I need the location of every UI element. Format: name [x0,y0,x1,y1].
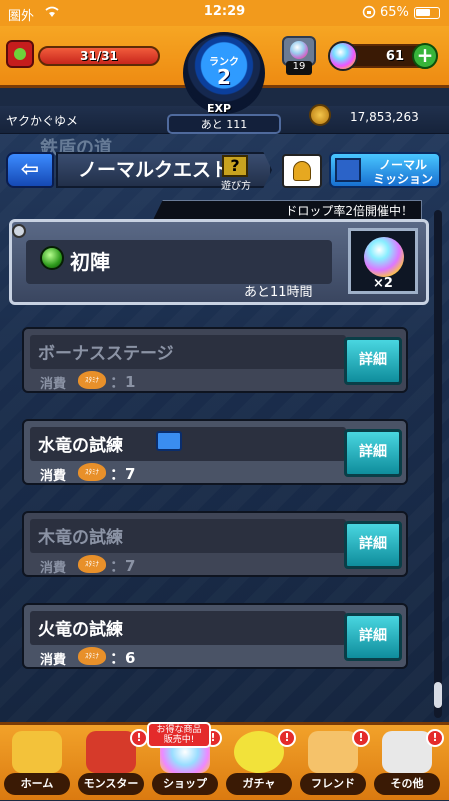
orb-count: 61 [385,49,404,64]
featured-quest-title: 初陣 [70,250,110,274]
battery-percent: 65% [380,5,409,20]
detail-button[interactable]: 詳細 [344,521,402,569]
sale-tag-line2: 販売中! [163,735,195,745]
quest-row[interactable]: ボーナスステージ 消費 ｽﾀﾐﾅ ：1 詳細 [22,327,408,393]
alert-badge: ! [352,729,370,747]
alert-badge: ! [426,729,444,747]
question-icon: ? [222,155,248,177]
cost-label: 消費 [40,469,67,484]
back-arrow-icon: ⇦ [20,157,40,182]
exp-label: EXP [207,102,232,115]
quest-title: 火竜の試練 [38,620,123,640]
stamina-bar[interactable]: 31/31 [38,46,160,66]
alert-badge: ! [278,729,296,747]
stamina-cost: ：7 [110,557,136,575]
player-badge-icon[interactable] [6,40,34,68]
gacha-icon [234,731,284,773]
stamina-icon: ｽﾀﾐﾅ [78,647,106,665]
other-icon [382,731,432,773]
nav-home[interactable]: ホーム [2,727,74,801]
quest-row[interactable]: 木竜の試練 消費 ｽﾀﾐﾅ ：7 詳細 [22,511,408,577]
exp-remaining: あと 111 [167,114,281,134]
rank-value: 2 [217,65,231,89]
nav-monster[interactable]: モンスター ! [76,727,148,801]
rainbow-orb-icon [364,237,404,277]
featured-quest[interactable]: 初陣 あと11時間 ×2 [9,219,429,305]
alert-badge: ! [130,729,148,747]
nav-label: モンスター [78,773,144,795]
monster-icon [86,731,136,773]
rotation-lock-icon [362,5,376,19]
nav-other[interactable]: その他 ! [372,727,444,801]
coin-icon [309,104,331,126]
stamina-value: 31/31 [80,49,118,63]
bell-button[interactable] [282,154,322,188]
book-icon [335,158,361,182]
cost-label: 消費 [40,561,67,576]
quest-header: ⇦ ノーマルクエスト ? 遊び方 ノーマル ミッション [0,152,449,192]
sale-tag: お得な商品 販売中! [147,722,211,748]
battery-icon [414,7,440,19]
quest-title: 水竜の試練 [38,436,123,456]
home-icon [12,731,62,773]
nav-label: フレンド [300,773,366,795]
sale-tag-line1: お得な商品 [156,725,202,735]
cost-label: 消費 [40,653,67,668]
stamina-icon: ｽﾀﾐﾅ [78,555,106,573]
quest-title: ボーナスステージ [38,344,174,364]
nav-label: ショップ [152,773,218,795]
mission-book-icon [156,431,182,451]
cost-label: 消費 [40,377,67,392]
gem-count: 19 [286,61,312,75]
help-label: 遊び方 [221,181,251,192]
quest-list-scrollbar[interactable] [434,210,442,718]
normal-mission-button[interactable]: ノーマル ミッション [329,152,441,188]
quest-title: 木竜の試練 [38,528,123,548]
orb-bonus-badge: ×2 [348,228,418,294]
friend-icon [308,731,358,773]
quest-row[interactable]: 火竜の試練 消費 ｽﾀﾐﾅ ：6 詳細 [22,603,408,669]
wood-element-icon [40,246,64,270]
mission-label-line2: ミッション [372,172,433,186]
pin-icon [12,224,26,238]
stamina-icon: ｽﾀﾐﾅ [78,371,106,389]
stamina-cost: ：6 [110,649,136,667]
coin-count: 17,853,263 [350,110,419,124]
back-button[interactable]: ⇦ [6,152,54,188]
nav-label: ガチャ [226,773,292,795]
add-orbs-button[interactable]: + [412,43,438,69]
help-button[interactable]: ? 遊び方 [216,155,254,192]
scrollbar-thumb[interactable] [434,682,442,708]
player-name: ヤクかぐゆメ [6,114,79,128]
nav-friend[interactable]: フレンド ! [298,727,370,801]
nav-label: ホーム [4,773,70,795]
stamina-cost: ：1 [110,373,136,391]
orb-multiplier: ×2 [373,276,393,291]
orb-counter[interactable]: 61 + [328,41,438,71]
featured-quest-remaining: あと11時間 [244,285,313,300]
quest-row[interactable]: 水竜の試練 消費 ｽﾀﾐﾅ ：7 詳細 [22,419,408,485]
orb-icon [328,41,358,71]
bell-icon [293,161,311,181]
nav-gacha[interactable]: ガチャ ! [224,727,296,801]
detail-button[interactable]: 詳細 [344,613,402,661]
stamina-cost: ：7 [110,465,136,483]
bottom-nav: ホーム モンスター ! ショップ ! ガチャ ! フレンド ! その他 ! [0,722,449,800]
stamina-icon: ｽﾀﾐﾅ [78,463,106,481]
nav-label: その他 [374,773,440,795]
detail-button[interactable]: 詳細 [344,337,402,385]
status-bar: 圏外 12:29 65% [0,0,449,26]
detail-button[interactable]: 詳細 [344,429,402,477]
